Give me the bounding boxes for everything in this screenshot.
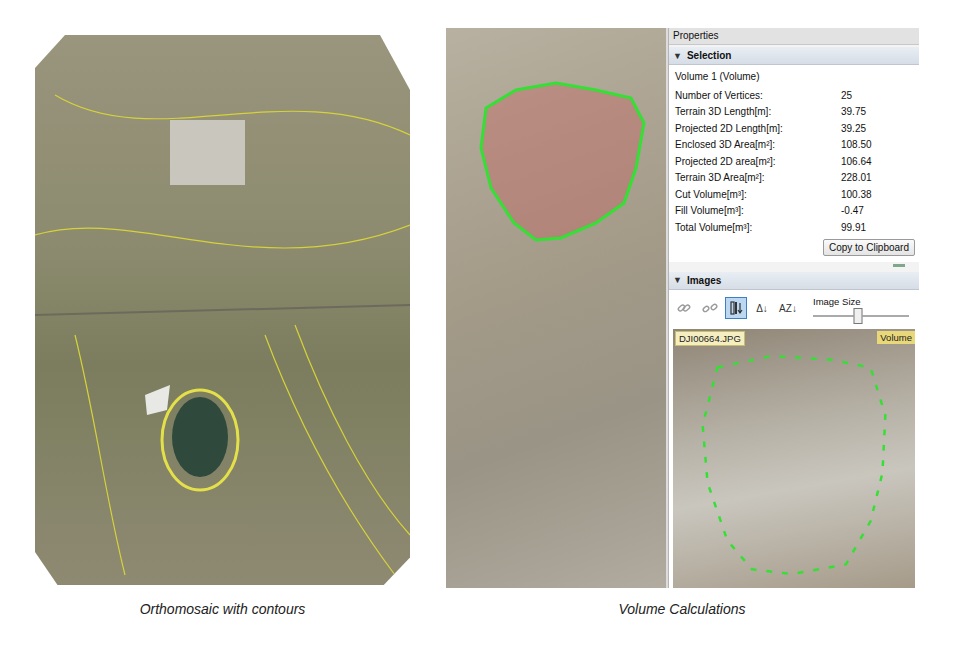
image-size-control: Image Size	[813, 296, 915, 321]
toolbar-button[interactable]: AZ↓	[777, 297, 799, 319]
property-value: 106.64	[841, 156, 915, 167]
contour-overlay	[35, 35, 410, 585]
drone-image[interactable]	[673, 329, 915, 589]
property-label: Projected 2D Length[m]:	[675, 123, 841, 134]
app-screenshot: Properties▼SelectionVolume 1 (Volume)Num…	[446, 28, 918, 588]
images-body: Δ↓ AZ↓ Image Size DJI00664.JPG Volume	[669, 290, 919, 589]
property-row: Projected 2D Length[m]:39.25	[673, 120, 915, 137]
property-row: Terrain 3D Area[m²]:228.01	[673, 170, 915, 187]
slider-thumb[interactable]	[854, 308, 863, 324]
property-row: Total Volume[m³]:99.91	[673, 219, 915, 236]
images-toolbar: Δ↓ AZ↓ Image Size	[669, 290, 919, 327]
splitter[interactable]	[669, 262, 919, 270]
property-value: -0.47	[841, 205, 915, 216]
property-label: Number of Vertices:	[675, 90, 841, 101]
property-row: Number of Vertices:25	[673, 87, 915, 104]
property-label: Enclosed 3D Area[m²]:	[675, 139, 841, 150]
property-value: 228.01	[841, 172, 915, 183]
link-icon[interactable]	[676, 300, 692, 316]
property-row: Projected 2D area[m²]:106.64	[673, 153, 915, 170]
property-row: Enclosed 3D Area[m²]:108.50	[673, 137, 915, 154]
images-header[interactable]: ▼Images	[669, 272, 919, 290]
unlink-icon[interactable]	[702, 300, 718, 316]
orthomosaic-photo	[35, 35, 410, 585]
image-viewer: DJI00664.JPG Volume	[673, 329, 915, 589]
volume-outline	[446, 28, 666, 588]
property-value: 99.91	[841, 222, 915, 233]
property-label: Terrain 3D Area[m²]:	[675, 172, 841, 183]
toolbar-button[interactable]	[673, 297, 695, 319]
property-label: Projected 2D area[m²]:	[675, 156, 841, 167]
volume-outline	[673, 329, 915, 589]
image-size-slider[interactable]	[813, 315, 909, 317]
sort-icon[interactable]: Δ↓	[756, 303, 768, 314]
figure-caption: Volume Calculations	[446, 601, 918, 617]
figure-caption: Orthomosaic with contours	[35, 601, 410, 617]
sort-icon[interactable]: AZ↓	[779, 303, 797, 314]
toolbar-button[interactable]	[699, 297, 721, 319]
panel-title: Properties	[669, 28, 919, 45]
image-tag: Volume	[877, 331, 915, 344]
copy-button[interactable]: Copy to Clipboard	[823, 239, 915, 256]
property-row: Fill Volume[m³]:-0.47	[673, 203, 915, 220]
property-value: 39.25	[841, 123, 915, 134]
property-value: 25	[841, 90, 915, 101]
object-name: Volume 1 (Volume)	[673, 71, 915, 87]
collapse-icon[interactable]: ▼	[673, 275, 682, 285]
order-icon[interactable]	[728, 300, 744, 316]
figure: Orthomosaic with contours Properties ▼Sele…	[0, 0, 960, 646]
image-filename: DJI00664.JPG	[675, 331, 745, 346]
selection-body: Volume 1 (Volume)Number of Vertices:25Te…	[669, 65, 919, 262]
toolbar-button[interactable]	[725, 297, 747, 319]
property-row: Terrain 3D Length[m]:39.75	[673, 104, 915, 121]
property-value: 108.50	[841, 139, 915, 150]
property-value: 100.38	[841, 189, 915, 200]
property-label: Fill Volume[m³]:	[675, 205, 841, 216]
property-row: Cut Volume[m³]:100.38	[673, 186, 915, 203]
collapse-icon[interactable]: ▼	[673, 51, 682, 61]
property-value: 39.75	[841, 106, 915, 117]
property-label: Terrain 3D Length[m]:	[675, 106, 841, 117]
property-label: Cut Volume[m³]:	[675, 189, 841, 200]
properties-panel: Properties▼SelectionVolume 1 (Volume)Num…	[668, 28, 919, 588]
orthomosaic-figure: Orthomosaic with contours	[35, 35, 410, 646]
property-label: Total Volume[m³]:	[675, 222, 841, 233]
toolbar-button[interactable]: Δ↓	[751, 297, 773, 319]
selection-header[interactable]: ▼Selection	[669, 47, 919, 65]
volume-figure: Properties▼SelectionVolume 1 (Volume)Num…	[446, 28, 918, 646]
site-photo	[446, 28, 666, 588]
